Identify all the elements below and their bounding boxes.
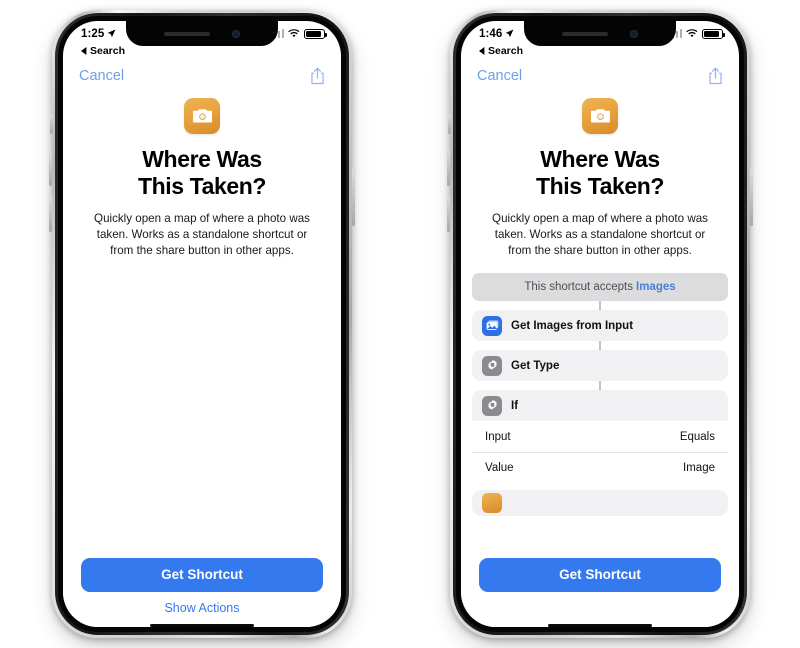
back-link-label: Search — [90, 45, 126, 57]
title-line-1: Where Was — [142, 146, 262, 172]
photo-stack-icon — [482, 315, 502, 336]
power-button[interactable] — [352, 168, 355, 226]
phone-screen-left: 1:25 Search Cancel Where Was This Taken?… — [63, 21, 341, 627]
shortcut-detail-content: Where Was This Taken? Quickly open a map… — [63, 87, 341, 627]
footer-left: Get Shortcut Show Actions — [63, 557, 341, 627]
screenshot-stage: 1:25 Search Cancel Where Was This Taken?… — [0, 0, 800, 648]
parameter-value[interactable]: Image — [683, 462, 715, 474]
battery-icon — [702, 28, 726, 39]
home-indicator[interactable] — [548, 623, 652, 627]
action-card-if[interactable]: If Input Equals Value Image — [472, 390, 728, 484]
power-button[interactable] — [750, 168, 753, 226]
shortcut-action-icon — [482, 493, 502, 514]
silent-switch[interactable] — [50, 114, 53, 134]
volume-down-button[interactable] — [447, 196, 450, 232]
camera-glyph — [192, 109, 212, 123]
action-card-get-type[interactable]: Get Type — [472, 350, 728, 382]
accepts-prefix-label: This shortcut accepts — [524, 281, 633, 294]
shortcut-description: Quickly open a map of where a photo was … — [492, 212, 708, 258]
parameter-name: Input — [485, 430, 511, 443]
title-line-2: This Taken? — [535, 173, 665, 200]
get-shortcut-button[interactable]: Get Shortcut — [479, 557, 721, 592]
gear-icon — [482, 395, 502, 416]
title-line-2: This Taken? — [137, 173, 267, 200]
front-camera-icon — [232, 29, 240, 38]
home-indicator[interactable] — [150, 623, 254, 627]
camera-icon — [184, 98, 220, 134]
action-label: Get Type — [511, 359, 560, 372]
action-header[interactable]: Get Images from Input — [472, 310, 728, 341]
earpiece-speaker — [562, 31, 608, 36]
back-triangle-icon — [479, 47, 485, 55]
volume-down-button[interactable] — [49, 196, 52, 232]
photo-stack-glyph — [486, 320, 498, 331]
cancel-button[interactable]: Cancel — [477, 68, 522, 84]
page-title: Where Was This Taken? — [138, 146, 266, 200]
gear-icon — [482, 355, 502, 376]
accepts-input-banner[interactable]: This shortcut accepts Images — [472, 273, 728, 302]
action-connector — [599, 381, 601, 391]
footer-right: Get Shortcut — [461, 557, 739, 627]
phone-screen-right: 1:46 Search Cancel Where Was This Taken?… — [461, 21, 739, 627]
get-shortcut-button[interactable]: Get Shortcut — [81, 557, 323, 592]
status-bar-left: 1:25 — [81, 28, 116, 40]
action-connector — [599, 301, 601, 311]
action-card-partial[interactable] — [472, 490, 728, 517]
action-label: Get Images from Input — [511, 319, 634, 332]
location-arrow-icon — [108, 29, 116, 38]
title-line-1: Where Was — [540, 146, 660, 172]
volume-up-button[interactable] — [447, 150, 450, 186]
location-arrow-icon — [506, 29, 514, 38]
back-triangle-icon — [81, 47, 87, 55]
nav-bar: Cancel — [461, 61, 739, 91]
back-link-label: Search — [488, 45, 524, 57]
action-connector — [599, 341, 601, 351]
volume-up-button[interactable] — [49, 150, 52, 186]
gear-glyph — [487, 360, 497, 370]
camera-glyph — [590, 109, 610, 123]
notch — [126, 21, 278, 46]
nav-bar: Cancel — [63, 61, 341, 91]
page-title: Where Was This Taken? — [536, 146, 664, 200]
wifi-icon — [686, 29, 698, 38]
iphone-mockup-left: 1:25 Search Cancel Where Was This Taken?… — [49, 10, 355, 638]
action-parameters: Input Equals Value Image — [472, 421, 728, 484]
footer-spacer — [479, 592, 721, 624]
share-icon[interactable] — [708, 67, 723, 85]
show-actions-button[interactable]: Show Actions — [81, 592, 323, 624]
wifi-icon — [288, 29, 300, 38]
camera-icon — [582, 98, 618, 134]
notch — [524, 21, 676, 46]
action-header[interactable]: Get Type — [472, 350, 728, 381]
parameter-name: Value — [485, 462, 514, 475]
share-icon[interactable] — [310, 67, 325, 85]
earpiece-speaker — [164, 31, 210, 36]
cancel-button[interactable]: Cancel — [79, 68, 124, 84]
shortcut-detail-content: Where Was This Taken? Quickly open a map… — [461, 87, 739, 627]
gear-glyph — [487, 400, 497, 410]
accepts-type-link[interactable]: Images — [636, 281, 676, 293]
action-card-get-images[interactable]: Get Images from Input — [472, 310, 728, 342]
status-bar-left: 1:46 — [479, 28, 514, 40]
silent-switch[interactable] — [448, 114, 451, 134]
battery-icon — [304, 28, 328, 39]
iphone-mockup-right: 1:46 Search Cancel Where Was This Taken?… — [447, 10, 753, 638]
action-label: If — [511, 399, 519, 412]
front-camera-icon — [630, 29, 638, 38]
status-time: 1:46 — [479, 27, 503, 40]
action-header[interactable]: If — [472, 390, 728, 421]
status-time: 1:25 — [81, 27, 105, 40]
shortcut-description: Quickly open a map of where a photo was … — [94, 212, 310, 258]
parameter-value[interactable]: Equals — [680, 431, 715, 443]
parameter-row[interactable]: Input Equals — [472, 421, 728, 452]
parameter-row[interactable]: Value Image — [472, 452, 728, 483]
back-to-search-link[interactable]: Search — [81, 45, 125, 57]
back-to-search-link[interactable]: Search — [479, 45, 523, 57]
